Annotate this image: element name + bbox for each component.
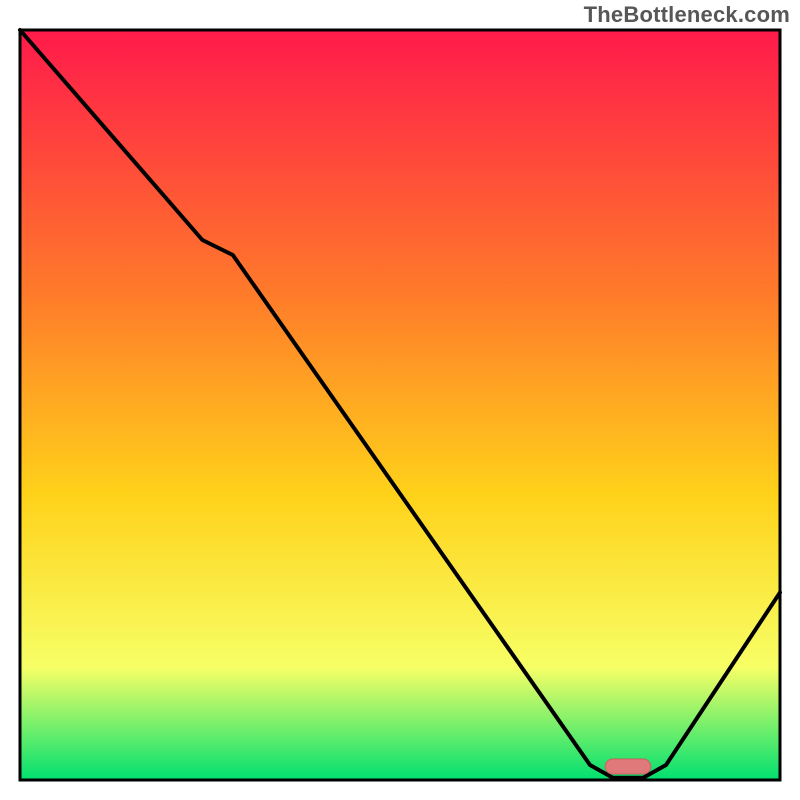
gradient-background xyxy=(20,30,780,780)
plot-area xyxy=(20,30,780,780)
optimal-range-marker xyxy=(605,759,651,774)
attribution-text: TheBottleneck.com xyxy=(584,2,790,28)
